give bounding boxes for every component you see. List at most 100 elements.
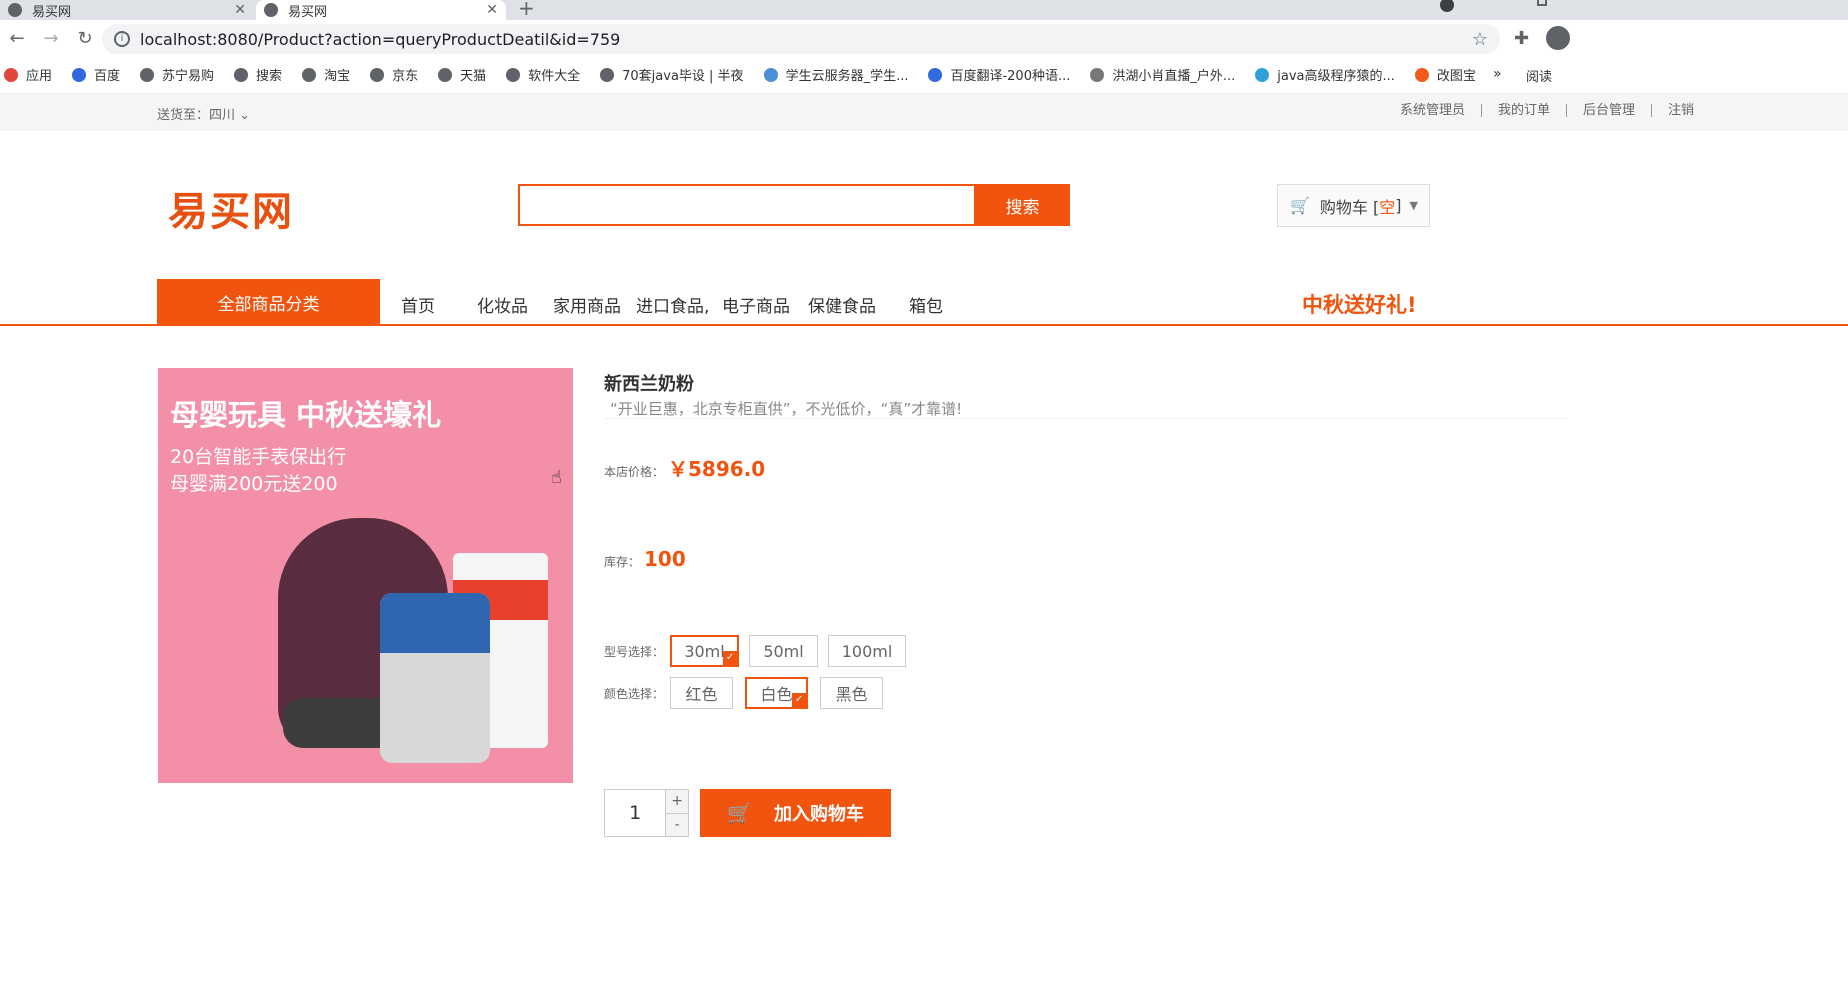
close-icon[interactable]: ✕ — [234, 2, 246, 18]
globe-icon — [264, 3, 278, 17]
forward-arrow-icon[interactable]: → — [34, 28, 68, 49]
top-link-my-orders[interactable]: 我的订单 — [1480, 104, 1566, 117]
quantity-plus-button[interactable]: + — [666, 790, 688, 814]
ship-to-selector[interactable]: 送货至：四川 ⌄ — [157, 104, 250, 123]
site-header: 易买网 搜索 🛒 购物车 [ 空 ] ▼ — [0, 131, 1848, 279]
top-link-backend[interactable]: 后台管理 — [1565, 104, 1651, 117]
close-icon[interactable]: ✕ — [486, 2, 498, 18]
url-text[interactable]: localhost:8080/Product?action=queryProdu… — [140, 30, 620, 49]
top-link-logout[interactable]: 注销 — [1650, 104, 1710, 117]
cart-dropdown[interactable]: 🛒 购物车 [ 空 ] ▼ — [1277, 184, 1430, 227]
bookmark-favicon-icon — [1414, 67, 1429, 82]
browser-tab[interactable]: 易买网 ✕ — [8, 0, 246, 20]
color-option-black[interactable]: 黑色 — [820, 677, 884, 709]
cart-label: 购物车 [ — [1319, 197, 1380, 217]
add-to-cart-label: 加入购物车 — [773, 804, 864, 825]
bookmark-favicon-icon — [763, 67, 778, 82]
model-label: 型号选择： — [604, 644, 665, 659]
globe-icon — [8, 3, 22, 17]
bookmark-item[interactable]: 苏宁易购 — [140, 65, 214, 84]
stock-row: 库存： 100 — [604, 547, 686, 571]
bookmark-label: java高级程序猿的... — [1277, 69, 1395, 84]
model-option-50ml[interactable]: 50ml — [749, 635, 819, 667]
product-slogan: “开业巨惠，北京专柜直供”，不光低价，“真”才靠谱! — [610, 400, 963, 418]
bookmark-item[interactable]: 改图宝 — [1414, 65, 1476, 84]
search-button[interactable]: 搜索 — [975, 184, 1070, 226]
extensions-puzzle-icon[interactable]: ✚ — [1514, 28, 1529, 49]
bookmark-favicon-icon — [302, 67, 317, 82]
price-label: 本店价格： — [604, 465, 665, 479]
bookmark-label: 天猫 — [460, 69, 487, 84]
bookmark-item[interactable]: 应用 — [4, 65, 52, 84]
bookmark-list: 应用 百度 苏宁易购 搜索 淘宝 京东 天猫 软件大全 70套java毕设 | 半夜 学生云服务器… — [0, 65, 1496, 84]
bookmark-label: 改图宝 — [1436, 69, 1476, 84]
search-input[interactable] — [518, 184, 976, 226]
info-icon[interactable]: i — [114, 31, 130, 47]
site-topbar: 送货至：四川 ⌄ 系统管理员 我的订单 后台管理 注销 — [0, 94, 1848, 131]
color-option-white[interactable]: 白色 — [745, 677, 809, 709]
bookmark-label: 百度翻译-200种语... — [950, 69, 1071, 84]
nav-link-imported-food[interactable]: 进口食品, — [636, 292, 709, 317]
back-arrow-icon[interactable]: ← — [0, 28, 34, 49]
top-link-admin-user[interactable]: 系统管理员 — [1384, 104, 1481, 117]
shopping-cart-icon: 🛒 — [727, 801, 752, 825]
bookmark-favicon-icon — [928, 67, 943, 82]
all-categories-button[interactable]: 全部商品分类 — [157, 279, 380, 326]
bookmark-item[interactable]: 洪湖小肖直播_户外... — [1090, 65, 1235, 84]
tab-search-icon[interactable] — [1440, 0, 1454, 12]
nav-link-home[interactable]: 首页 — [401, 292, 435, 317]
top-links: 系统管理员 我的订单 后台管理 注销 — [1384, 104, 1710, 117]
product-image[interactable]: 母婴玩具 中秋送壕礼 20台智能手表保出行 母婴满200元送200 — [158, 368, 573, 783]
bookmark-label: 70套java毕设 | 半夜 — [622, 69, 744, 84]
bookmark-item[interactable]: 70套java毕设 | 半夜 — [600, 65, 744, 84]
add-to-cart-button[interactable]: 🛒 加入购物车 — [700, 789, 891, 837]
quantity-input[interactable]: 1 — [605, 790, 667, 836]
model-option-30ml[interactable]: 30ml — [670, 635, 740, 667]
model-selector: 型号选择： 30ml 50ml 100ml — [604, 635, 916, 667]
bookmark-label: 洪湖小肖直播_户外... — [1112, 69, 1236, 84]
product-name: 新西兰奶粉 — [604, 374, 694, 395]
bookmark-label: 学生云服务器_学生... — [785, 69, 909, 84]
bookmarks-bar: 应用 百度 苏宁易购 搜索 淘宝 京东 天猫 软件大全 70套java毕设 | 半夜 学生云服务器… — [0, 56, 1848, 94]
bookmark-item[interactable]: 淘宝 — [302, 65, 350, 84]
model-option-100ml[interactable]: 100ml — [828, 635, 907, 667]
new-tab-icon[interactable]: + — [518, 0, 535, 20]
reading-list-button[interactable]: 阅读 — [1526, 66, 1552, 85]
profile-avatar-icon[interactable] — [1546, 26, 1570, 50]
bookmark-star-icon[interactable]: ☆ — [1472, 29, 1488, 50]
color-label: 颜色选择： — [604, 686, 665, 701]
stock-count: 100 — [644, 547, 686, 571]
bookmark-favicon-icon — [1090, 67, 1105, 82]
nav-link-cosmetics[interactable]: 化妆品 — [477, 292, 528, 317]
reload-icon[interactable]: ↻ — [68, 28, 102, 49]
bookmark-item[interactable]: 搜索 — [234, 65, 282, 84]
color-option-red[interactable]: 红色 — [670, 677, 734, 709]
bookmark-item[interactable]: java高级程序猿的... — [1255, 65, 1395, 84]
apps-grid-icon — [4, 67, 18, 82]
bookmark-label: 京东 — [392, 69, 419, 84]
image-subtitle-line: 20台智能手表保出行 — [170, 446, 347, 468]
bookmark-favicon-icon — [506, 67, 521, 82]
browser-tab-active[interactable]: 易买网 ✕ — [256, 0, 506, 20]
bookmark-item[interactable]: 京东 — [370, 65, 418, 84]
site-logo[interactable]: 易买网 — [168, 179, 294, 237]
bookmark-item[interactable]: 百度 — [72, 65, 120, 84]
quantity-minus-button[interactable]: - — [666, 813, 688, 836]
bookmarks-overflow-button[interactable]: » — [1493, 66, 1502, 82]
bookmark-item[interactable]: 学生云服务器_学生... — [763, 65, 909, 84]
bookmark-label: 苏宁易购 — [162, 69, 215, 84]
nav-link-household[interactable]: 家用商品 — [553, 292, 621, 317]
shopping-cart-icon: 🛒 — [1290, 196, 1310, 215]
nav-link-bags[interactable]: 箱包 — [909, 292, 943, 317]
promo-banner-text[interactable]: 中秋送好礼! — [1302, 289, 1417, 319]
bookmark-item[interactable]: 天猫 — [438, 65, 486, 84]
window-restore-icon[interactable] — [1537, 0, 1547, 6]
bookmark-item[interactable]: 软件大全 — [506, 65, 580, 84]
nav-link-electronics[interactable]: 电子商品 — [722, 292, 790, 317]
bookmark-label: 淘宝 — [324, 69, 351, 84]
nav-link-health-food[interactable]: 保健食品 — [808, 292, 876, 317]
image-subtitle: 20台智能手表保出行 母婴满200元送200 — [170, 444, 346, 498]
address-bar[interactable]: i localhost:8080/Product?action=queryPro… — [102, 24, 1500, 54]
ship-to-label: 送货至：四川 — [157, 108, 236, 123]
bookmark-item[interactable]: 百度翻译-200种语... — [928, 65, 1070, 84]
